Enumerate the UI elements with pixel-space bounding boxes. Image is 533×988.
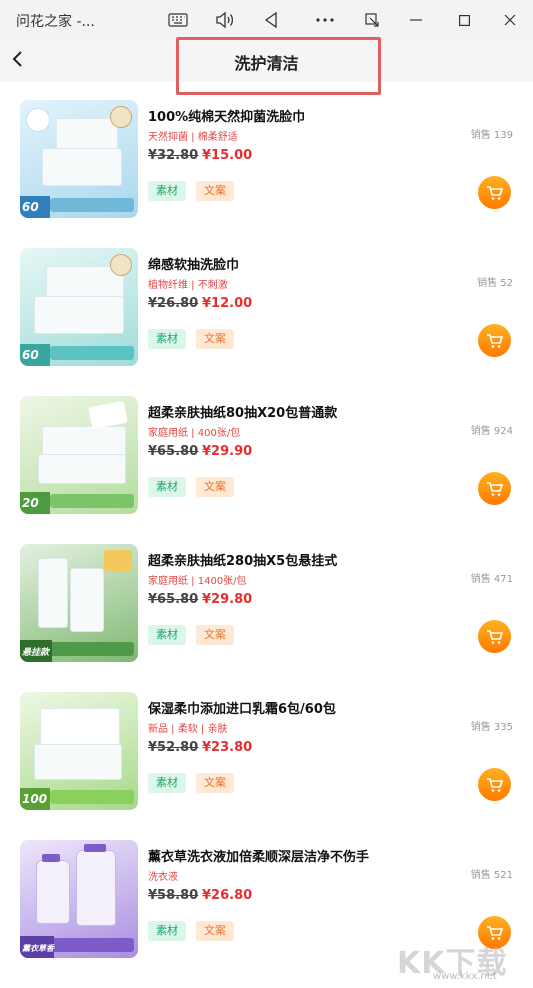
product-thumbnail[interactable]: 薰衣草香 bbox=[20, 840, 138, 958]
original-price: ¥32.80 bbox=[148, 148, 199, 163]
copy-button[interactable]: 文案 bbox=[196, 477, 234, 497]
cart-button[interactable] bbox=[478, 176, 511, 209]
cart-button[interactable] bbox=[478, 620, 511, 653]
original-price: ¥52.80 bbox=[148, 740, 199, 755]
back-triangle-icon[interactable] bbox=[259, 8, 283, 32]
material-button[interactable]: 素材 bbox=[148, 329, 186, 349]
cart-button[interactable] bbox=[478, 324, 511, 357]
sale-price: ¥15.00 bbox=[202, 148, 253, 163]
product-item[interactable]: 20 超柔亲肤抽纸80抽X20包普通款 家庭用纸 | 400张/包 销售 924… bbox=[0, 378, 533, 526]
thumb-count: 100 bbox=[22, 792, 48, 806]
sales-count: 销售 471 bbox=[470, 574, 513, 585]
cart-icon bbox=[486, 481, 503, 496]
thumb-count: 60 bbox=[22, 200, 39, 214]
thumb-count: 60 bbox=[22, 348, 39, 362]
copy-button[interactable]: 文案 bbox=[196, 773, 234, 793]
product-thumbnail[interactable]: 悬挂款 bbox=[20, 544, 138, 662]
product-name: 100%纯棉天然抑菌洗脸巾 bbox=[148, 110, 306, 125]
original-price: ¥65.80 bbox=[148, 444, 199, 459]
copy-button[interactable]: 文案 bbox=[196, 329, 234, 349]
product-item[interactable]: 60 绵感软抽洗脸巾 植物纤维 | 不刺激 销售 52 ¥26.80 ¥12.0… bbox=[0, 230, 533, 378]
minimize-icon[interactable] bbox=[404, 8, 428, 32]
more-icon[interactable] bbox=[313, 8, 337, 32]
product-subtitle: 家庭用纸 | 400张/包 bbox=[148, 428, 241, 439]
volume-icon[interactable] bbox=[213, 8, 237, 32]
keyboard-icon[interactable] bbox=[166, 8, 190, 32]
cart-button[interactable] bbox=[478, 768, 511, 801]
window-titlebar: 问花之家 -... bbox=[0, 0, 533, 40]
sale-price: ¥29.80 bbox=[202, 592, 253, 607]
sales-count: 销售 52 bbox=[477, 278, 513, 289]
product-name: 超柔亲肤抽纸280抽X5包悬挂式 bbox=[148, 554, 338, 569]
sale-price: ¥12.00 bbox=[202, 296, 253, 311]
sales-count: 销售 521 bbox=[470, 870, 513, 881]
thumb-count: 薰衣草香 bbox=[22, 944, 54, 953]
original-price: ¥65.80 bbox=[148, 592, 199, 607]
thumb-count: 悬挂款 bbox=[22, 648, 50, 658]
product-name: 薰衣草洗衣液加倍柔顺深层洁净不伤手 bbox=[148, 850, 370, 865]
product-item[interactable]: 60 100%纯棉天然抑菌洗脸巾 天然抑菌 | 棉柔舒适 销售 139 ¥32.… bbox=[0, 82, 533, 230]
material-button[interactable]: 素材 bbox=[148, 773, 186, 793]
sale-price: ¥29.90 bbox=[202, 444, 253, 459]
material-button[interactable]: 素材 bbox=[148, 181, 186, 201]
product-subtitle: 天然抑菌 | 棉柔舒适 bbox=[148, 132, 238, 143]
product-subtitle: 新品 | 柔软 | 亲肤 bbox=[148, 724, 228, 735]
material-button[interactable]: 素材 bbox=[148, 921, 186, 941]
cart-icon bbox=[486, 629, 503, 644]
copy-button[interactable]: 文案 bbox=[196, 625, 234, 645]
maximize-icon[interactable] bbox=[452, 8, 476, 32]
cart-button[interactable] bbox=[478, 472, 511, 505]
close-icon[interactable] bbox=[498, 8, 522, 32]
restore-app-icon[interactable] bbox=[360, 8, 384, 32]
product-name: 保湿柔巾添加进口乳霜6包/60包 bbox=[148, 702, 336, 717]
copy-button[interactable]: 文案 bbox=[196, 181, 234, 201]
sale-price: ¥23.80 bbox=[202, 740, 253, 755]
sales-count: 销售 139 bbox=[470, 130, 513, 141]
watermark-url: www.kkx.net bbox=[433, 971, 497, 982]
material-button[interactable]: 素材 bbox=[148, 625, 186, 645]
product-thumbnail[interactable]: 20 bbox=[20, 396, 138, 514]
product-name: 绵感软抽洗脸巾 bbox=[148, 258, 240, 273]
thumb-count: 20 bbox=[22, 496, 39, 510]
product-thumbnail[interactable]: 100 bbox=[20, 692, 138, 810]
product-name: 超柔亲肤抽纸80抽X20包普通款 bbox=[148, 406, 338, 421]
product-thumbnail[interactable]: 60 bbox=[20, 100, 138, 218]
product-subtitle: 家庭用纸 | 1400张/包 bbox=[148, 576, 247, 587]
original-price: ¥26.80 bbox=[148, 296, 199, 311]
product-thumbnail[interactable]: 60 bbox=[20, 248, 138, 366]
sales-count: 销售 924 bbox=[470, 426, 513, 437]
material-button[interactable]: 素材 bbox=[148, 477, 186, 497]
sale-price: ¥26.80 bbox=[202, 888, 253, 903]
product-subtitle: 洗衣液 bbox=[148, 872, 178, 883]
product-subtitle: 植物纤维 | 不刺激 bbox=[148, 280, 228, 291]
copy-button[interactable]: 文案 bbox=[196, 921, 234, 941]
original-price: ¥58.80 bbox=[148, 888, 199, 903]
cart-icon bbox=[486, 185, 503, 200]
product-item[interactable]: 悬挂款 超柔亲肤抽纸280抽X5包悬挂式 家庭用纸 | 1400张/包 销售 4… bbox=[0, 526, 533, 674]
watermark-logo: KK下载 www.kkx.net bbox=[397, 938, 527, 984]
product-item[interactable]: 100 保湿柔巾添加进口乳霜6包/60包 新品 | 柔软 | 亲肤 销售 335… bbox=[0, 674, 533, 822]
sales-count: 销售 335 bbox=[470, 722, 513, 733]
cart-icon bbox=[486, 333, 503, 348]
window-title: 问花之家 -... bbox=[16, 14, 95, 30]
cart-icon bbox=[486, 777, 503, 792]
